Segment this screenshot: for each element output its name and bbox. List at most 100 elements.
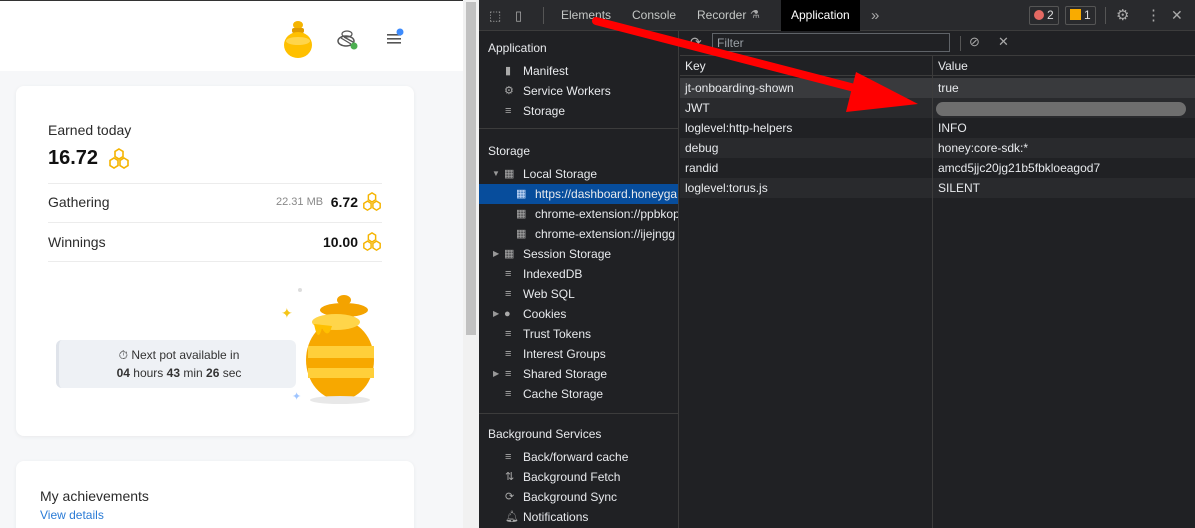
filter-input[interactable] [712, 33, 950, 52]
page-scrollbar[interactable] [463, 0, 479, 528]
database-icon: ≡ [505, 348, 512, 360]
more-tabs-icon[interactable]: » [871, 0, 879, 31]
table-row[interactable]: loglevel:torus.js SILENT [680, 178, 1195, 198]
expand-right-icon[interactable]: ▶ [493, 244, 499, 264]
sidebar-item-label: Cookies [523, 307, 567, 321]
table-row[interactable]: randid amcd5jjc20jg21b5fbkloeagod7 [680, 158, 1195, 178]
table-grid-icon: ▦ [516, 208, 527, 220]
honeygain-dashboard: Earned today 16.72 Gathering 22.31 MB 6.… [0, 0, 463, 528]
tab-application[interactable]: Application [781, 0, 860, 31]
view-details-link[interactable]: View details [40, 508, 104, 522]
scrollbar-thumb[interactable] [466, 2, 476, 335]
sidebar-item-storage[interactable]: ≡ Storage [479, 101, 678, 121]
refresh-icon[interactable]: ⟳ [690, 34, 702, 51]
sidebar-item-label: Manifest [523, 64, 569, 78]
row-value: amcd5jjc20jg21b5fbkloeagod7 [938, 161, 1101, 175]
close-icon[interactable]: ✕ [1171, 0, 1183, 31]
sidebar-item-label: Interest Groups [523, 347, 606, 361]
honeycomb-icon [363, 192, 381, 212]
sidebar-item-label: Service Workers [523, 84, 611, 98]
honeycomb-icon [363, 232, 381, 252]
table-grid-icon: ▦ [516, 188, 527, 200]
sidebar-item-service-workers[interactable]: ⚙ Service Workers [479, 81, 678, 101]
tab-recorder[interactable]: Recorder [695, 0, 748, 31]
expand-right-icon[interactable]: ▶ [493, 364, 499, 384]
kebab-menu-icon[interactable]: ⋮ [1146, 0, 1161, 31]
redacted-jwt-value [936, 102, 1186, 116]
database-icon: ≡ [505, 288, 512, 300]
divider [48, 261, 382, 262]
table-row[interactable]: jt-onboarding-shown true [680, 78, 1195, 98]
sidebar-item-trust-tokens[interactable]: ≡ Trust Tokens [479, 324, 678, 344]
row-key: randid [685, 161, 719, 175]
sidebar-item-notifications[interactable]: 🔔︎ Notifications [479, 507, 678, 527]
expand-down-icon[interactable]: ▼ [492, 164, 500, 184]
devtools-toolbar: ⬚ ▯ Elements Console Recorder ⚗ Applicat… [479, 0, 1195, 31]
sidebar-item-local-origin-extension-1[interactable]: ▦ chrome-extension://ppbkop [479, 204, 678, 224]
winnings-value: 10.00 [322, 234, 358, 250]
warning-icon [1070, 9, 1081, 20]
delete-selected-icon[interactable]: ✕ [998, 34, 1009, 50]
expand-right-icon[interactable]: ▶ [493, 304, 499, 324]
storage-table-area: ⟳ ⊘ ✕ Key Value jt-onboarding-showntrue … [680, 31, 1195, 528]
up-down-arrows-icon: ⇅ [505, 471, 515, 483]
sidebar-item-back-forward-cache[interactable]: ≡ Back/forward cache [479, 447, 678, 467]
inspect-element-icon[interactable]: ⬚ [489, 0, 501, 31]
sidebar-item-background-sync[interactable]: ⟳ Background Sync [479, 487, 678, 507]
errors-count: 2 [1047, 8, 1054, 22]
tab-elements[interactable]: Elements [559, 0, 613, 31]
row-value: SILENT [938, 181, 981, 195]
errors-badge[interactable]: 2 [1029, 6, 1059, 25]
dashboard-header [0, 1, 463, 71]
gathering-value: 6.72 [330, 194, 358, 210]
tab-console[interactable]: Console [630, 0, 678, 31]
table-row[interactable]: debug honey:core-sdk:* [680, 138, 1195, 158]
sidebar-item-web-sql[interactable]: ≡ Web SQL [479, 284, 678, 304]
filter-bar: ⟳ ⊘ ✕ [680, 31, 1195, 56]
database-icon: ≡ [505, 368, 512, 380]
toolbar-divider [960, 36, 961, 51]
sidebar-item-background-fetch[interactable]: ⇅ Background Fetch [479, 467, 678, 487]
column-header-key[interactable]: Key [680, 56, 932, 76]
device-toolbar-icon[interactable]: ▯ [515, 0, 522, 31]
sidebar-item-indexeddb[interactable]: ≡ IndexedDB [479, 264, 678, 284]
database-icon: ≡ [505, 388, 512, 400]
sidebar-item-session-storage[interactable]: ▶ ▦ Session Storage [479, 244, 678, 264]
sync-icon: ⟳ [505, 491, 515, 503]
sidebar-item-local-storage[interactable]: ▼ ▦ Local Storage [479, 164, 678, 184]
minutes-value: 43 [166, 366, 180, 380]
sidebar-item-label: Background Fetch [523, 470, 621, 484]
clear-all-icon[interactable]: ⊘ [969, 34, 980, 50]
column-header-value[interactable]: Value [933, 56, 1195, 76]
sidebar-item-label: Shared Storage [523, 367, 608, 381]
cookie-icon: ● [504, 308, 511, 320]
settings-gear-icon[interactable]: ⚙ [1116, 0, 1129, 31]
flask-icon: ⚗ [750, 9, 760, 21]
database-icon: ≡ [505, 451, 512, 463]
column-separator[interactable] [932, 56, 933, 528]
menu-icon[interactable] [386, 28, 406, 48]
sidebar-item-shared-storage[interactable]: ▶ ≡ Shared Storage [479, 364, 678, 384]
warnings-count: 1 [1084, 8, 1091, 22]
sidebar-item-label: chrome-extension://ijejngg [535, 227, 676, 241]
sidebar-item-local-origin-honeygain[interactable]: ▦ https://dashboard.honeyga [479, 184, 678, 204]
sidebar-item-local-origin-extension-2[interactable]: ▦ chrome-extension://ijejngg [479, 224, 678, 244]
application-section-title: Application [488, 41, 547, 55]
storage-section-title: Storage [488, 144, 531, 158]
sidebar-item-label: Web SQL [523, 287, 575, 301]
application-sidebar: Application ▮ Manifest ⚙ Service Workers ≡… [479, 31, 679, 528]
sidebar-item-cache-storage[interactable]: ≡ Cache Storage [479, 384, 678, 404]
sidebar-item-interest-groups[interactable]: ≡ Interest Groups [479, 344, 678, 364]
toolbar-divider [543, 7, 544, 24]
table-row[interactable]: loglevel:http-helpers INFO [680, 118, 1195, 138]
document-icon: ▮ [505, 65, 512, 77]
sidebar-item-label: https://dashboard.honeyga [535, 187, 678, 201]
table-grid-icon: ▦ [504, 168, 515, 180]
bee-icon[interactable] [333, 29, 361, 51]
svg-text:✦: ✦ [281, 305, 293, 321]
earned-today-label: Earned today [48, 122, 132, 138]
sidebar-item-cookies[interactable]: ▶ ● Cookies [479, 304, 678, 324]
sidebar-item-manifest[interactable]: ▮ Manifest [479, 61, 678, 81]
warnings-badge[interactable]: 1 [1065, 6, 1096, 25]
seconds-label: sec [222, 366, 242, 380]
